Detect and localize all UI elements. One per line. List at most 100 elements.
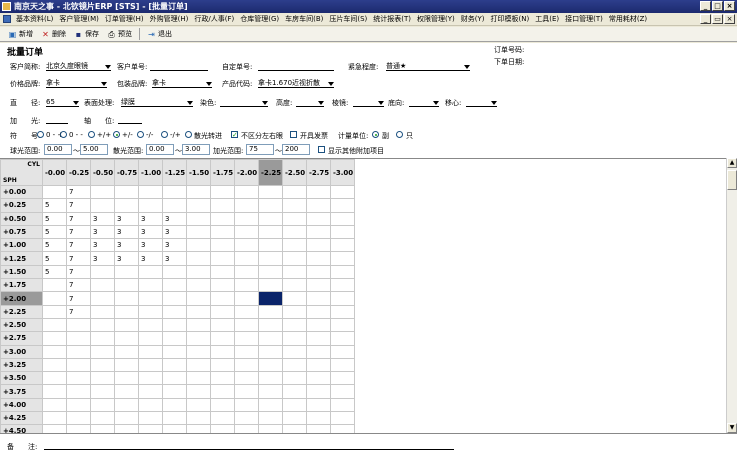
quantity-cell[interactable] — [330, 211, 355, 226]
quantity-cell[interactable] — [282, 224, 307, 240]
quantity-cell[interactable] — [330, 411, 355, 426]
quantity-cell[interactable] — [234, 238, 259, 253]
quantity-cell[interactable] — [186, 224, 211, 240]
price-brand-select[interactable]: 拿卡 — [46, 79, 107, 88]
quantity-cell[interactable] — [186, 344, 211, 359]
quantity-cell[interactable]: 7 — [66, 198, 91, 213]
menu-item[interactable]: 打印模板(N) — [488, 13, 533, 25]
quantity-cell[interactable] — [186, 397, 211, 413]
new-button[interactable]: ▣ 新增 — [4, 28, 37, 41]
quantity-cell[interactable] — [210, 424, 235, 433]
dye-select[interactable] — [220, 98, 268, 107]
quantity-cell[interactable] — [114, 397, 139, 413]
quantity-cell[interactable] — [186, 317, 211, 333]
quantity-cell[interactable]: 3 — [114, 224, 139, 240]
quantity-cell[interactable] — [138, 331, 163, 346]
quantity-cell[interactable] — [162, 357, 187, 373]
quantity-cell[interactable] — [42, 397, 67, 413]
quantity-cell[interactable] — [90, 344, 115, 359]
quantity-cell[interactable] — [234, 344, 259, 359]
quantity-cell[interactable] — [258, 278, 283, 293]
quantity-cell[interactable] — [114, 278, 139, 293]
quantity-cell[interactable] — [66, 331, 91, 346]
quantity-cell[interactable]: 5 — [42, 264, 67, 280]
quantity-cell[interactable] — [210, 184, 235, 200]
quantity-cell[interactable] — [186, 357, 211, 373]
quantity-cell[interactable] — [306, 184, 331, 200]
sph-header[interactable]: +0.75 — [0, 224, 43, 240]
quantity-cell[interactable] — [186, 238, 211, 253]
quantity-cell[interactable] — [306, 238, 331, 253]
cyl-header[interactable]: -2.75 — [306, 159, 331, 186]
menu-item[interactable]: 财务(Y) — [458, 13, 488, 25]
quantity-cell[interactable] — [306, 211, 331, 226]
quantity-cell[interactable] — [162, 424, 187, 433]
quantity-cell[interactable] — [234, 264, 259, 280]
quantity-cell[interactable] — [162, 344, 187, 359]
sph-header[interactable]: +1.50 — [0, 264, 43, 280]
quantity-cell[interactable] — [162, 278, 187, 293]
quantity-cell[interactable] — [234, 331, 259, 346]
quantity-cell[interactable] — [258, 304, 283, 319]
quantity-cell[interactable] — [90, 411, 115, 426]
quantity-cell[interactable] — [234, 317, 259, 333]
quantity-cell[interactable]: 3 — [162, 224, 187, 240]
quantity-cell[interactable] — [42, 411, 67, 426]
quantity-cell[interactable] — [186, 304, 211, 319]
quantity-cell[interactable] — [306, 371, 331, 386]
quantity-cell[interactable] — [186, 278, 211, 293]
sph-header[interactable]: +3.50 — [0, 371, 43, 386]
quantity-cell[interactable] — [66, 317, 91, 333]
save-button[interactable]: ▪ 保存 — [70, 28, 103, 41]
quantity-cell[interactable] — [90, 184, 115, 200]
preview-button[interactable]: ⎙ 预览 — [103, 28, 136, 41]
quantity-cell[interactable] — [114, 184, 139, 200]
quantity-cell[interactable] — [258, 251, 283, 266]
menu-item[interactable]: 订单管理(H) — [102, 13, 147, 25]
sign-radio[interactable] — [88, 131, 95, 138]
unit-radio-single[interactable] — [396, 131, 403, 138]
menu-item[interactable]: 工具(E) — [532, 13, 562, 25]
quantity-cell[interactable] — [258, 384, 283, 399]
quantity-cell[interactable] — [258, 411, 283, 426]
quantity-cell[interactable] — [42, 371, 67, 386]
menu-item[interactable]: 接口管理(T) — [562, 13, 606, 25]
quantity-cell[interactable]: 3 — [114, 238, 139, 253]
scroll-thumb[interactable] — [727, 170, 737, 190]
quantity-cell[interactable] — [186, 184, 211, 200]
quantity-cell[interactable] — [138, 304, 163, 319]
exit-button[interactable]: ⇥ 退出 — [143, 28, 176, 41]
quantity-cell[interactable] — [234, 224, 259, 240]
quantity-cell[interactable] — [114, 357, 139, 373]
quantity-cell[interactable] — [186, 424, 211, 433]
sph-header[interactable]: +0.50 — [0, 211, 43, 226]
quantity-cell[interactable] — [114, 198, 139, 213]
quantity-cell[interactable] — [234, 291, 259, 306]
remark-input[interactable] — [44, 441, 454, 450]
sign-radio[interactable] — [113, 131, 120, 138]
cyl-from-input[interactable]: 0.00 — [146, 144, 174, 155]
axis-input[interactable] — [118, 115, 142, 124]
sph-header[interactable]: +2.00 — [0, 291, 43, 306]
quantity-cell[interactable] — [186, 251, 211, 266]
quantity-cell[interactable]: 3 — [90, 224, 115, 240]
quantity-cell[interactable] — [42, 184, 67, 200]
quantity-cell[interactable] — [90, 264, 115, 280]
quantity-cell[interactable] — [90, 291, 115, 306]
quantity-cell[interactable]: 3 — [162, 211, 187, 226]
quantity-cell[interactable]: 7 — [66, 291, 91, 306]
quantity-cell[interactable]: 3 — [162, 238, 187, 253]
quantity-cell[interactable] — [114, 384, 139, 399]
unit-radio-pair[interactable] — [372, 131, 379, 138]
quantity-cell[interactable] — [42, 357, 67, 373]
quantity-cell[interactable] — [234, 198, 259, 213]
quantity-cell[interactable] — [330, 238, 355, 253]
quantity-cell[interactable] — [330, 278, 355, 293]
cyl-header[interactable]: -1.25 — [162, 159, 187, 186]
quantity-cell[interactable] — [306, 251, 331, 266]
quantity-cell[interactable] — [90, 371, 115, 386]
quantity-cell[interactable] — [234, 304, 259, 319]
quantity-cell[interactable] — [90, 331, 115, 346]
scroll-down-button[interactable]: ▼ — [727, 423, 737, 433]
quantity-cell[interactable] — [162, 198, 187, 213]
